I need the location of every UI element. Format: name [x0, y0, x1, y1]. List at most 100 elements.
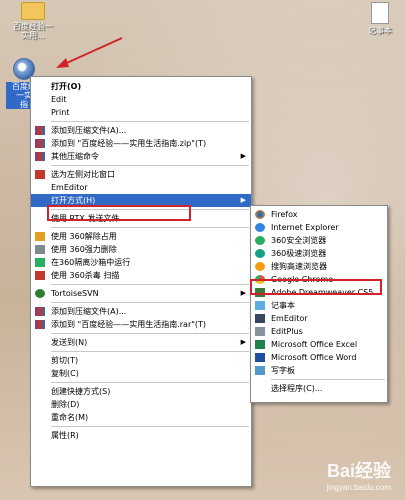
menu-add-archive-label: 添加到压缩文件(A)...	[51, 126, 127, 135]
submenu-sogou[interactable]: 搜狗高速浏览器	[251, 260, 387, 273]
menu-360-force-delete[interactable]: 使用 360强力删除	[31, 243, 251, 256]
submenu-wordpad-label: 写字板	[271, 366, 295, 375]
submenu-360-fast[interactable]: 360极速浏览器	[251, 247, 387, 260]
menu-properties[interactable]: 属性(R)	[31, 429, 251, 442]
360-safe-browser-icon	[255, 236, 265, 245]
submenu-360-safe-label: 360安全浏览器	[271, 236, 327, 245]
submenu-ie[interactable]: Internet Explorer	[251, 221, 387, 234]
watermark-url: jingyan.baidu.com	[326, 483, 391, 492]
360-unlock-icon	[35, 232, 45, 241]
submenu-wordpad[interactable]: 写字板	[251, 364, 387, 377]
separator	[51, 121, 249, 122]
separator	[51, 302, 249, 303]
chrome-icon	[255, 275, 265, 284]
menu-add-zip[interactable]: 添加到 "百度经验——实用生活指南.zip"(T)	[31, 137, 251, 150]
menu-select-left-compare[interactable]: 选为左侧对比窗口	[31, 168, 251, 181]
submenu-excel[interactable]: Microsoft Office Excel	[251, 338, 387, 351]
submenu-dreamweaver[interactable]: Adobe Dreamweaver CS5	[251, 286, 387, 299]
submenu-notepad[interactable]: 记事本	[251, 299, 387, 312]
menu-copy-label: 复制(C)	[51, 369, 79, 378]
separator	[51, 333, 249, 334]
submenu-emeditor[interactable]: EmEditor	[251, 312, 387, 325]
360-delete-icon	[35, 245, 45, 254]
submenu-chrome[interactable]: Google Chrome	[251, 273, 387, 286]
submenu-editplus[interactable]: EditPlus	[251, 325, 387, 338]
menu-edit-label: Edit	[51, 95, 67, 104]
menu-cut-label: 剪切(T)	[51, 356, 79, 365]
compare-icon	[35, 170, 45, 179]
menu-add-rar-label: 添加到 "百度经验——实用生活指南.rar"(T)	[51, 320, 207, 329]
submenu-arrow-icon: ▶	[240, 196, 246, 204]
menu-360-unlock[interactable]: 使用 360解除占用	[31, 230, 251, 243]
menu-other-compress[interactable]: 其他压缩命令 ▶	[31, 150, 251, 163]
submenu-choose-program[interactable]: 选择程序(C)...	[251, 382, 387, 395]
menu-tortoise-svn[interactable]: TortoiseSVN ▶	[31, 287, 251, 300]
separator	[51, 227, 249, 228]
winrar-icon	[35, 320, 45, 329]
submenu-firefox[interactable]: Firefox	[251, 208, 387, 221]
menu-360-scan[interactable]: 使用 360杀毒 扫描	[31, 269, 251, 282]
menu-create-shortcut-label: 创建快捷方式(S)	[51, 387, 111, 396]
editplus-icon	[255, 327, 265, 336]
submenu-choose-program-label: 选择程序(C)...	[271, 384, 323, 393]
menu-add-zip-label: 添加到 "百度经验——实用生活指南.zip"(T)	[51, 139, 207, 148]
menu-tortoise-svn-label: TortoiseSVN	[51, 289, 99, 298]
submenu-word[interactable]: Microsoft Office Word	[251, 351, 387, 364]
menu-select-left-compare-label: 选为左侧对比窗口	[51, 170, 115, 179]
menu-add-archive[interactable]: 添加到压缩文件(A)...	[31, 124, 251, 137]
word-icon	[255, 353, 265, 362]
winrar-icon	[35, 126, 45, 135]
submenu-editplus-label: EditPlus	[271, 327, 303, 336]
submenu-chrome-label: Google Chrome	[271, 275, 334, 284]
menu-delete-label: 删除(D)	[51, 400, 80, 409]
winrar-icon	[35, 307, 45, 316]
submenu-dreamweaver-label: Adobe Dreamweaver CS5	[271, 288, 374, 297]
notepad-icon	[255, 301, 265, 310]
winrar-icon	[35, 139, 45, 148]
submenu-ie-label: Internet Explorer	[271, 223, 339, 232]
separator	[51, 209, 249, 210]
dreamweaver-icon	[255, 288, 265, 297]
menu-add-archive-2[interactable]: 添加到压缩文件(A)...	[31, 305, 251, 318]
separator	[51, 165, 249, 166]
menu-properties-label: 属性(R)	[51, 431, 79, 440]
submenu-emeditor-label: EmEditor	[271, 314, 308, 323]
menu-create-shortcut[interactable]: 创建快捷方式(S)	[31, 385, 251, 398]
menu-edit[interactable]: Edit	[31, 93, 251, 106]
menu-open-label: 打开(O)	[51, 82, 82, 91]
menu-open[interactable]: 打开(O)	[31, 80, 251, 93]
menu-print[interactable]: Print	[31, 106, 251, 119]
menu-cut[interactable]: 剪切(T)	[31, 354, 251, 367]
tortoise-svn-icon	[35, 289, 45, 298]
submenu-word-label: Microsoft Office Word	[271, 353, 357, 362]
excel-icon	[255, 340, 265, 349]
menu-rtx-send-label: 使用 RTX 发送文件	[51, 214, 120, 223]
menu-360-scan-label: 使用 360杀毒 扫描	[51, 271, 120, 280]
sogou-browser-icon	[255, 262, 265, 271]
menu-emeditor[interactable]: EmEditor	[31, 181, 251, 194]
menu-rtx-send[interactable]: 使用 RTX 发送文件	[31, 212, 251, 225]
context-menu: 打开(O) Edit Print 添加到压缩文件(A)... 添加到 "百度经验…	[30, 76, 252, 487]
menu-send-to[interactable]: 发送到(N) ▶	[31, 336, 251, 349]
menu-delete[interactable]: 删除(D)	[31, 398, 251, 411]
menu-print-label: Print	[51, 108, 70, 117]
menu-360-force-delete-label: 使用 360强力删除	[51, 245, 117, 254]
menu-360-sandbox[interactable]: 在360隔离沙箱中运行	[31, 256, 251, 269]
submenu-notepad-label: 记事本	[271, 301, 295, 310]
separator	[51, 351, 249, 352]
emeditor-icon	[255, 314, 265, 323]
menu-open-with[interactable]: 打开方式(H) ▶	[31, 194, 251, 207]
360-antivirus-icon	[35, 271, 45, 280]
menu-360-unlock-label: 使用 360解除占用	[51, 232, 117, 241]
submenu-excel-label: Microsoft Office Excel	[271, 340, 358, 349]
submenu-arrow-icon: ▶	[240, 338, 246, 346]
menu-copy[interactable]: 复制(C)	[31, 367, 251, 380]
wordpad-icon	[255, 366, 265, 375]
menu-add-rar[interactable]: 添加到 "百度经验——实用生活指南.rar"(T)	[31, 318, 251, 331]
menu-rename[interactable]: 重命名(M)	[31, 411, 251, 424]
open-with-submenu: Firefox Internet Explorer 360安全浏览器 360极速…	[250, 205, 388, 403]
360-fast-browser-icon	[255, 249, 265, 258]
submenu-360-safe[interactable]: 360安全浏览器	[251, 234, 387, 247]
watermark-brand: Bai经验	[326, 461, 391, 481]
submenu-arrow-icon: ▶	[240, 152, 246, 160]
